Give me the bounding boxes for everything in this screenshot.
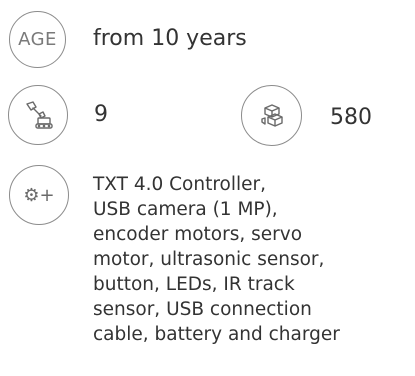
gear-plus-glyph: ⚙+ bbox=[23, 184, 55, 206]
models-count: 9 bbox=[94, 102, 108, 127]
components-list: TXT 4.0 Controller, USB camera (1 MP), e… bbox=[93, 174, 340, 345]
age-value: from 10 years bbox=[93, 26, 247, 51]
building-block-icon bbox=[241, 85, 302, 146]
age-badge-label: AGE bbox=[18, 29, 57, 50]
robot-arm-icon bbox=[8, 85, 68, 145]
gear-plus-icon: ⚙+ bbox=[9, 165, 69, 225]
parts-count: 580 bbox=[330, 105, 372, 130]
age-badge-icon: AGE bbox=[9, 11, 66, 68]
